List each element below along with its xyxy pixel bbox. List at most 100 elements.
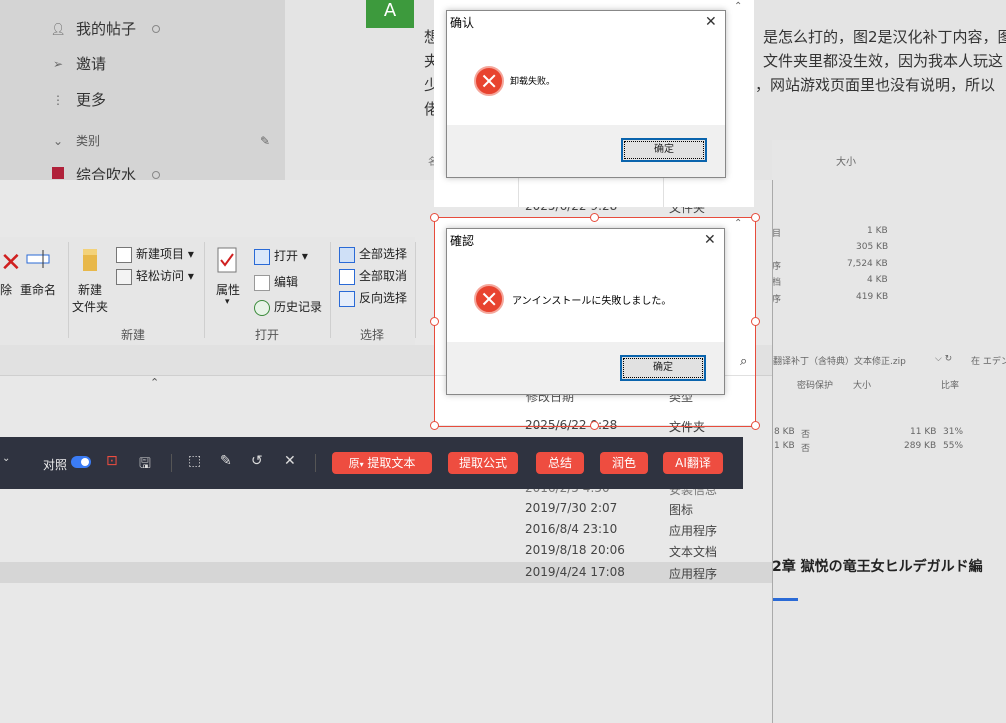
select-all-icon <box>339 246 355 263</box>
extract-text-button[interactable]: 原▾ 提取文本 <box>332 452 432 474</box>
file-size: 4 KB <box>867 275 888 285</box>
chevron-down-icon[interactable]: ⌵ ↻ <box>935 354 952 364</box>
file-size: 305 KB <box>856 242 889 252</box>
file-row-type: 文本文档 <box>669 545 718 559</box>
category-header[interactable]: ⌄ 类别 ✎ <box>50 132 270 149</box>
error-icon <box>474 66 504 96</box>
select-all-button[interactable]: 全部选择 <box>339 245 407 263</box>
resize-handle[interactable] <box>430 213 439 222</box>
pin-icon[interactable]: ✎ <box>220 453 232 469</box>
easy-access-button[interactable]: 轻松访问 ▾ <box>116 267 194 285</box>
open-icon <box>254 248 270 265</box>
file-size: 419 KB <box>856 292 889 302</box>
new-item-icon <box>116 246 132 263</box>
archive-column-header: 密码保护 <box>797 381 834 391</box>
type-snippet: 档 <box>772 278 782 288</box>
ribbon-separator <box>204 242 205 338</box>
chevron-down-icon: ▾ <box>359 460 364 469</box>
post-text-line: ，网站游戏页面里也没有说明，所以 <box>755 76 996 94</box>
file-row-date[interactable]: 2019/7/30 2:07 <box>525 501 617 515</box>
resize-handle[interactable] <box>590 213 599 222</box>
chevron-up-icon: ⌃ <box>734 1 743 12</box>
nav-invite[interactable]: ➢ 邀请 <box>50 53 106 74</box>
chevron-down-icon: ⌄ <box>52 133 64 148</box>
source-label: 原 <box>348 457 360 470</box>
ribbon-group-new: 新建 <box>121 328 146 342</box>
select-all-label: 全部选择 <box>359 247 408 261</box>
nav-more-label: 更多 <box>76 91 107 109</box>
nav-more[interactable]: ⋮ 更多 <box>50 89 106 110</box>
file-row-type: 应用程序 <box>669 524 718 538</box>
confirm-dialog-cn: 确认 ✕ 卸载失败。 确定 <box>446 10 726 178</box>
delete-label[interactable]: 除 <box>0 281 12 298</box>
ribbon-group-select: 选择 <box>360 328 385 342</box>
collapse-chevron-up-icon[interactable]: ⌃ <box>150 376 159 389</box>
resize-handle[interactable] <box>751 317 760 326</box>
summarize-button[interactable]: 总结 <box>536 452 584 474</box>
rename-icon[interactable] <box>25 247 53 271</box>
new-item-button[interactable]: 新建项目 ▾ <box>116 245 194 263</box>
close-icon[interactable]: ✕ <box>284 453 296 469</box>
archive-column-header: 大小 <box>853 381 872 391</box>
archive-search-input[interactable]: 在 エデン <box>971 354 1006 367</box>
delete-icon[interactable]: ✕ <box>0 248 22 278</box>
file-size: 7,524 KB <box>847 259 888 269</box>
resize-handle[interactable] <box>751 421 760 430</box>
open-button[interactable]: 打开 ▾ <box>254 247 308 265</box>
ok-button[interactable]: 确定 <box>621 138 707 162</box>
select-none-button[interactable]: 全部取消 <box>339 267 407 285</box>
record-icon[interactable]: ⊡ <box>106 453 118 469</box>
file-row-date[interactable]: 2019/8/18 20:06 <box>525 543 625 557</box>
nav-my-posts[interactable]: 👤︎ 我的帖子 <box>50 18 161 39</box>
forum-sidebar: 👤︎ 我的帖子 ➢ 邀请 ⋮ 更多 ⌄ 类别 ✎ 综合吹水 <box>0 0 285 184</box>
toolbar-divider <box>171 454 172 472</box>
selection-frame[interactable] <box>434 217 756 427</box>
new-folder-icon[interactable] <box>79 245 101 273</box>
chapter-title: 2章 獄悦の竜王女ヒルデガルド編 <box>772 559 983 575</box>
compare-toggle[interactable] <box>71 456 91 468</box>
size-column-header: 大小 <box>836 157 856 168</box>
avatar[interactable]: A <box>366 0 414 28</box>
properties-label[interactable]: 属性 <box>216 281 240 298</box>
history-label: 历史记录 <box>274 300 323 314</box>
resize-handle[interactable] <box>751 213 760 222</box>
polish-button[interactable]: 润色 <box>600 452 648 474</box>
edit-pencil-icon[interactable]: ✎ <box>260 134 270 148</box>
chevron-down-icon[interactable]: ⌄ <box>2 453 10 464</box>
selected-file-row[interactable] <box>0 562 772 583</box>
archive-cell: 289 KB <box>904 441 937 451</box>
file-row-date[interactable]: 2019/4/24 17:08 <box>525 565 625 579</box>
file-row-type: 图标 <box>669 503 694 517</box>
ai-translate-button[interactable]: AI翻译 <box>663 452 723 474</box>
nav-my-posts-label: 我的帖子 <box>76 20 137 38</box>
post-text-line: 是怎么打的，图2是汉化补丁内容，图 <box>763 28 1006 46</box>
resize-handle[interactable] <box>590 421 599 430</box>
ribbon-group-open: 打开 <box>255 328 280 342</box>
archive-cell: 否 <box>801 444 811 454</box>
save-icon[interactable]: 🖫︎ <box>139 453 151 477</box>
status-dot-icon <box>152 170 161 179</box>
extract-formula-button[interactable]: 提取公式 <box>448 452 518 474</box>
edit-button[interactable]: 编辑 <box>254 273 298 291</box>
ribbon-separator <box>415 242 416 338</box>
undo-icon[interactable]: ↺ <box>251 453 263 469</box>
close-icon[interactable]: ✕ <box>705 14 717 30</box>
history-button[interactable]: 历史记录 <box>254 298 322 316</box>
file-size: 1 KB <box>867 226 888 236</box>
new-folder-label-2[interactable]: 文件夹 <box>72 298 108 315</box>
type-snippet: 序 <box>772 295 782 305</box>
new-folder-label[interactable]: 新建 <box>78 281 102 298</box>
properties-icon[interactable] <box>216 246 240 274</box>
invert-selection-button[interactable]: 反向选择 <box>339 289 407 307</box>
file-row-date[interactable]: 2016/8/4 23:10 <box>525 522 617 536</box>
toolbar-divider <box>315 454 316 472</box>
select-area-icon[interactable]: ⬚ <box>188 453 201 469</box>
nav-invite-label: 邀请 <box>76 55 107 73</box>
archive-cell: 31% <box>943 427 964 437</box>
chevron-down-icon[interactable]: ▾ <box>225 297 230 307</box>
type-snippet: 序 <box>772 262 782 272</box>
resize-handle[interactable] <box>430 421 439 430</box>
resize-handle[interactable] <box>430 317 439 326</box>
rename-button[interactable]: 重命名 <box>20 281 56 298</box>
compare-label: 对照 <box>43 458 68 472</box>
